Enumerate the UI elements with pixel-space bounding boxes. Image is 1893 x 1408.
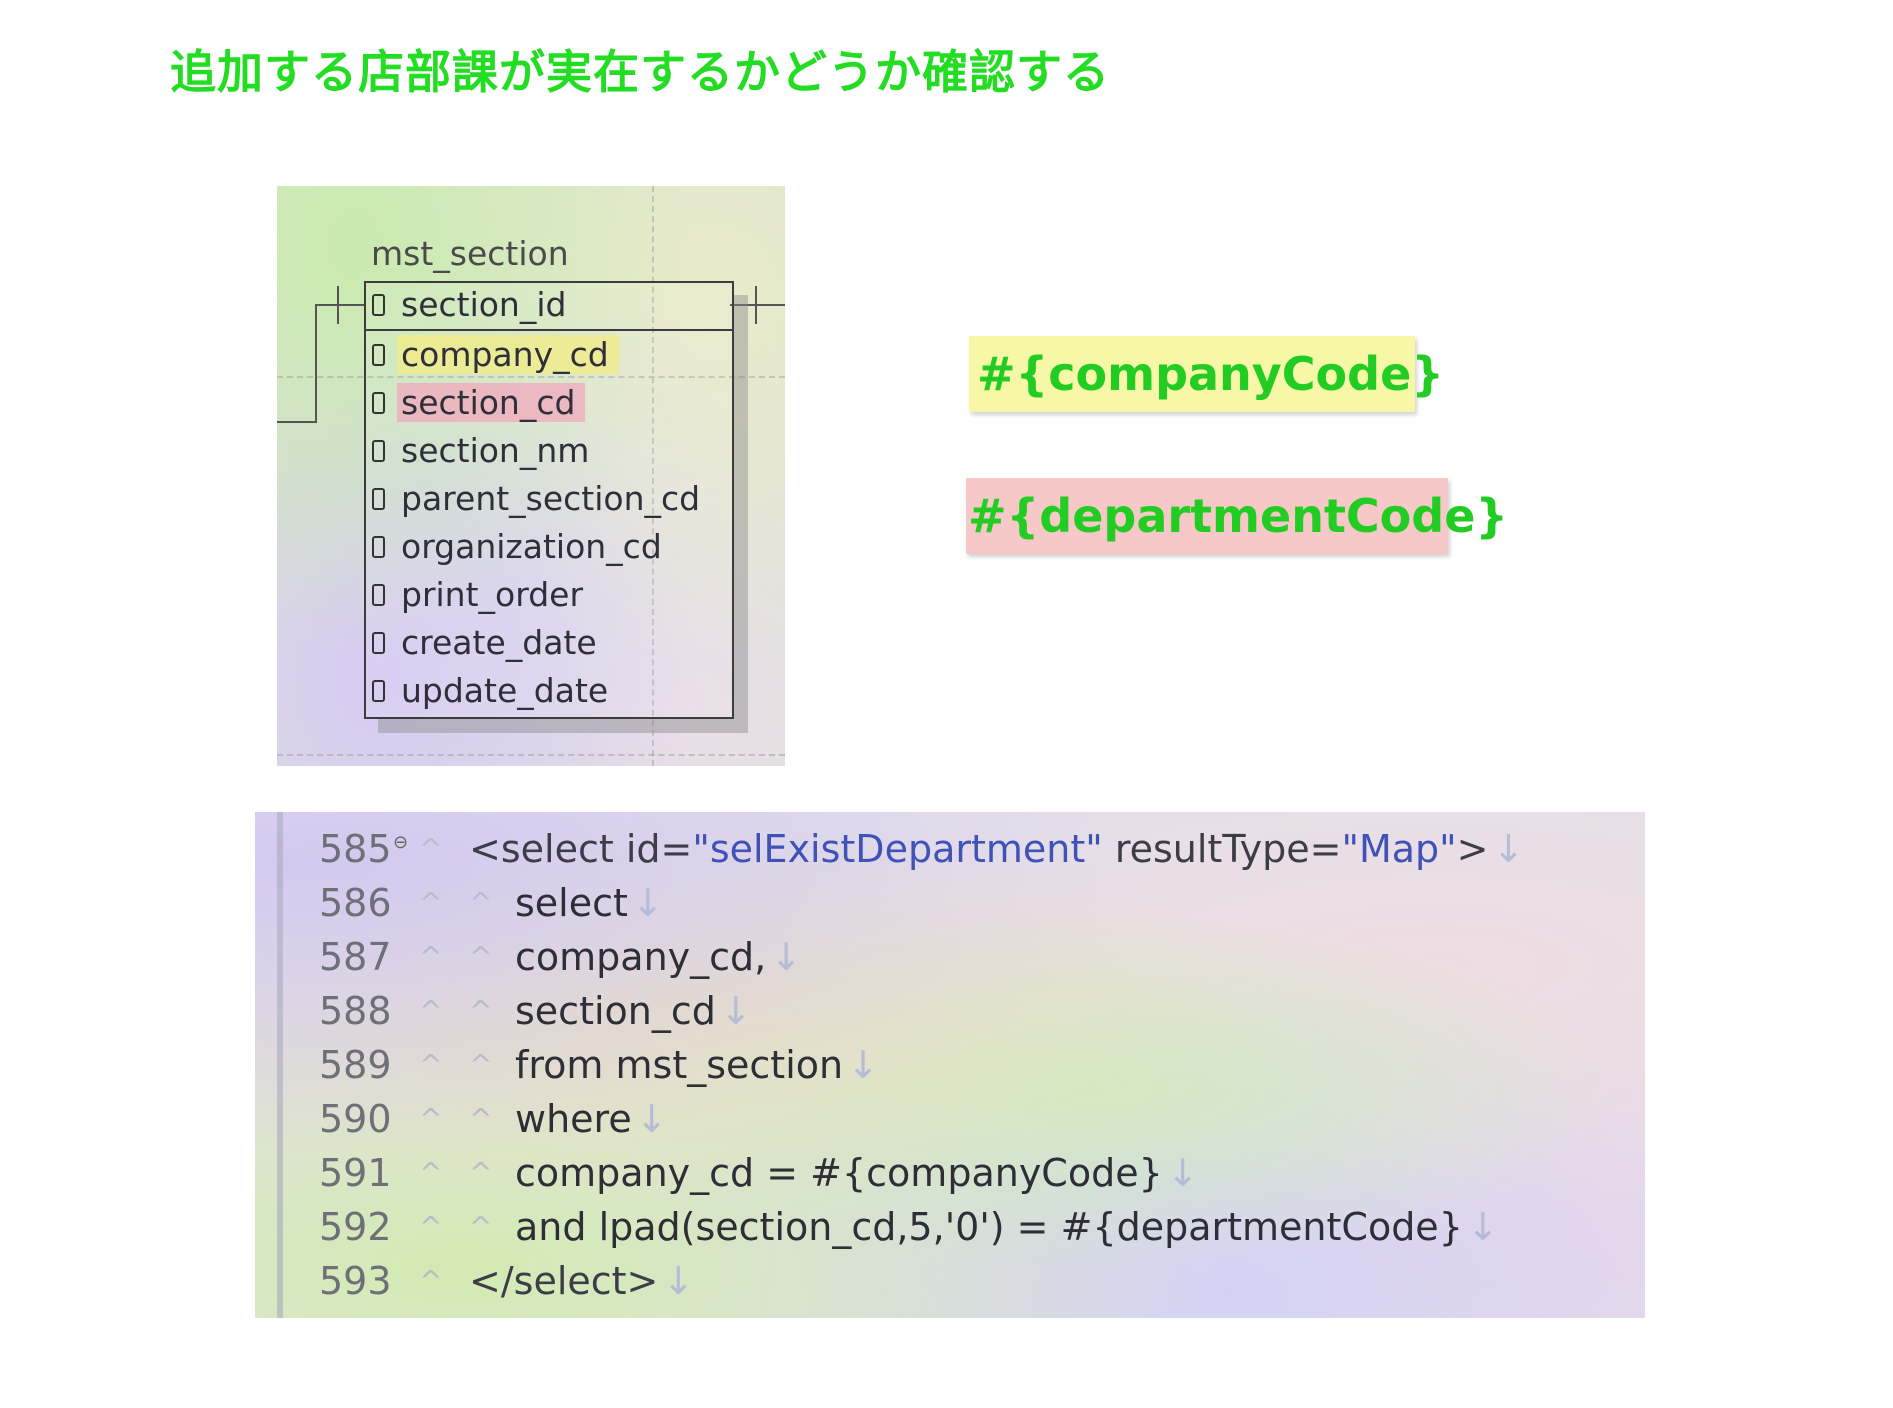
code-text: section_cd ↓ [515,989,752,1033]
relation-line [277,421,317,423]
line-number: 593 [319,1259,392,1303]
param-department-code: #{departmentCode} [966,478,1508,554]
fold-icon[interactable]: ⊖ [393,816,408,870]
er-table: section_id company_cd section_cd section… [364,281,734,719]
code-text: and lpad(section_cd,5,'0') = #{departmen… [515,1205,1499,1249]
relation-line [315,304,365,306]
relation-line [730,304,785,306]
er-column: parent_section_cd [372,479,710,519]
column-icon [372,679,385,702]
indent-marker: ^ [419,940,443,973]
indent-marker: ^ [419,886,443,919]
line-number: 585 [319,827,392,871]
eol-marker: ↓ [1492,827,1525,871]
er-column: update_date [372,671,618,711]
indent-marker: ^ [419,1210,443,1243]
code-text: where ↓ [515,1097,668,1141]
indent-marker: ^ [419,1048,443,1081]
er-column: create_date [372,623,607,663]
indent-marker: ^ [419,1102,443,1135]
eol-marker: ↓ [631,881,664,925]
code-text: </select> ↓ [469,1259,695,1303]
indent-marker: ^ [419,1264,443,1297]
indent-marker: ^ [419,1156,443,1189]
er-diagram-photo: mst_section section_id company_cd sectio… [277,186,785,766]
indent-marker: ^ [469,1048,493,1081]
editor-gutter [277,812,283,1318]
line-number: 587 [319,935,392,979]
line-number: 590 [319,1097,392,1141]
code-text: from mst_section ↓ [515,1043,879,1087]
indent-marker: ^ [469,994,493,1027]
code-text: company_cd = #{companyCode} ↓ [515,1151,1199,1195]
indent-marker: ^ [469,1210,493,1243]
relation-tick [755,286,757,324]
attr-value: "Map" [1341,827,1457,871]
er-column: print_order [372,575,593,615]
er-column: company_cd [372,335,619,375]
relation-line [315,304,317,423]
eol-marker: ↓ [1166,1151,1199,1195]
column-icon [372,487,385,510]
column-icon [372,343,385,366]
eol-marker: ↓ [1466,1205,1499,1249]
er-column: section_nm [372,431,599,471]
column-icon [372,391,385,414]
eol-marker: ↓ [770,935,803,979]
pk-divider [366,329,732,331]
grid-line [277,754,785,756]
indent-marker: ^ [469,1102,493,1135]
indent-marker: ^ [469,940,493,973]
indent-marker: ^ [469,1156,493,1189]
column-icon [372,535,385,558]
param-company-code: #{companyCode} [969,336,1444,412]
er-column: section_id [372,285,576,325]
line-number: 592 [319,1205,392,1249]
highlight-company-cd: company_cd [397,335,619,374]
relation-tick [337,286,339,324]
column-icon [372,583,385,606]
code-text: <select id="selExistDepartment" resultTy… [469,827,1525,871]
line-number: 589 [319,1043,392,1087]
indent-marker: ^ [419,832,443,865]
indent-marker: ^ [419,994,443,1027]
er-column: section_cd [372,383,586,423]
column-icon [372,293,385,316]
page-title: 追加する店部課が実在するかどうか確認する [170,45,1110,99]
eol-marker: ↓ [635,1097,668,1141]
attr-value: "selExistDepartment" [692,827,1103,871]
line-number: 586 [319,881,392,925]
eol-marker: ↓ [847,1043,879,1087]
code-editor-photo: 585 ⊖ ^ <select id="selExistDepartment" … [255,812,1645,1318]
eol-marker: ↓ [719,989,752,1033]
column-icon [372,439,385,462]
highlight-section-cd: section_cd [397,383,586,422]
code-text: company_cd, ↓ [515,935,803,979]
column-icon [372,631,385,654]
er-table-name: mst_section [371,234,569,273]
line-number: 591 [319,1151,392,1195]
eol-marker: ↓ [662,1259,695,1303]
indent-marker: ^ [469,886,493,919]
code-text: select ↓ [515,881,664,925]
line-number: 588 [319,989,392,1033]
er-column: organization_cd [372,527,672,567]
